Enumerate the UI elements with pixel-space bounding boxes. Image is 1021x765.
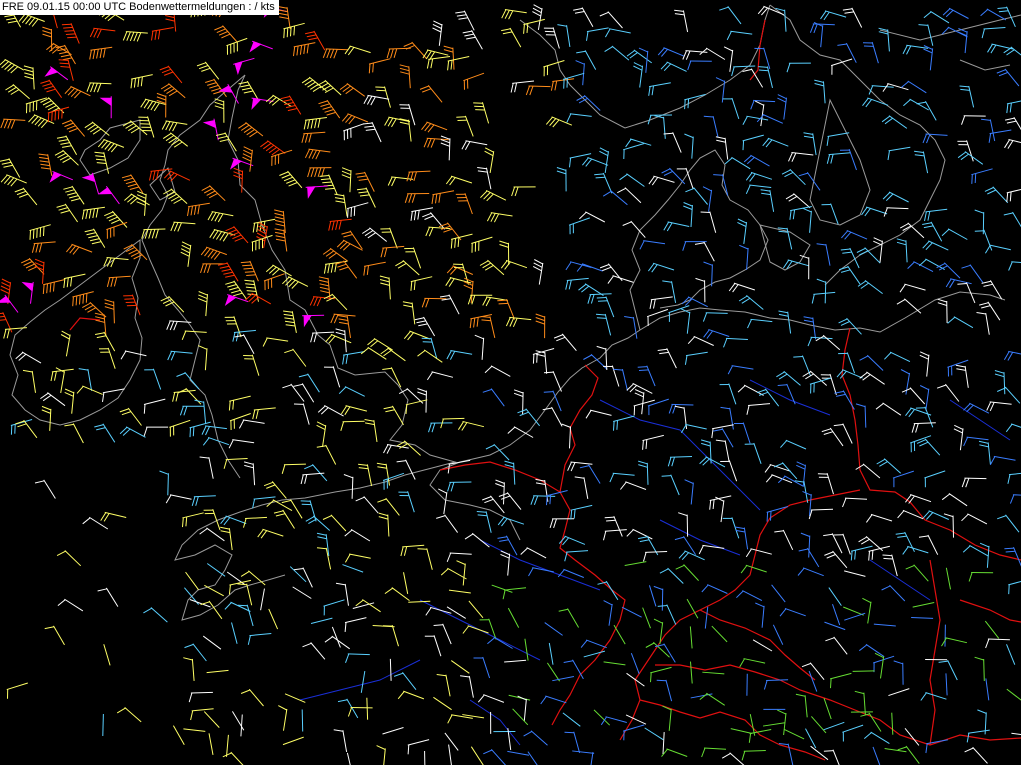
wind-barb-map [0,0,1021,765]
map-title: FRE 09.01.15 00:00 UTC Bodenwettermeldun… [0,0,279,15]
wind-barb [852,670,875,672]
wind-barb [301,709,304,732]
map-background [0,0,1021,765]
wind-barb [102,713,104,737]
